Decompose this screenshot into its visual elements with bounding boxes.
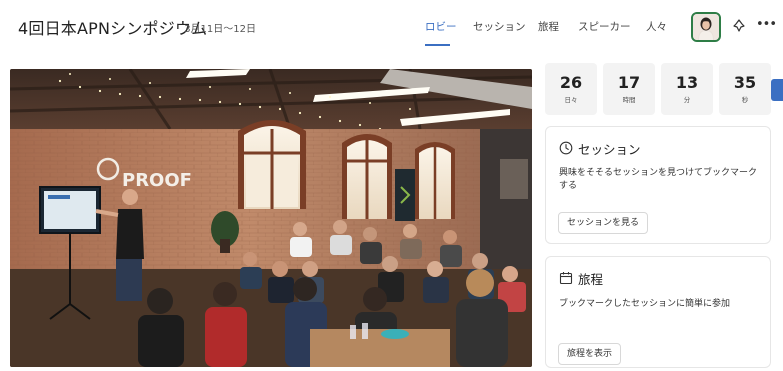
countdown-days-value: 26 xyxy=(559,73,583,92)
calendar-icon xyxy=(559,270,573,289)
active-tab-indicator xyxy=(425,44,450,46)
countdown-timer: 26 日々 17 時間 13 分 35 秒 xyxy=(545,63,772,115)
hero-image: PROOF xyxy=(10,69,532,367)
proof-sign-text: PROOF xyxy=(122,170,192,191)
countdown-hours: 17 時間 xyxy=(603,63,655,115)
countdown-hours-unit: 時間 xyxy=(622,96,636,104)
more-options-icon[interactable]: ••• xyxy=(756,17,777,32)
countdown-minutes-value: 13 xyxy=(675,73,699,92)
countdown-minutes: 13 分 xyxy=(661,63,713,115)
countdown-seconds-value: 35 xyxy=(733,73,757,92)
feedback-tab[interactable] xyxy=(771,79,783,101)
countdown-seconds: 35 秒 xyxy=(719,63,771,115)
sessions-card-description: 興味をそそるセッションを見つけてブックマークする xyxy=(559,168,758,191)
view-sessions-button[interactable]: セッションを見る xyxy=(558,212,649,234)
event-dates: · 3月11日～12日 xyxy=(177,20,256,35)
tab-people[interactable]: 人々 xyxy=(646,19,667,34)
pin-icon[interactable] xyxy=(732,18,746,34)
separator-dot: · xyxy=(177,24,181,35)
tab-itinerary[interactable]: 旅程 xyxy=(538,19,559,34)
avatar[interactable] xyxy=(691,12,721,42)
tab-sessions[interactable]: セッション xyxy=(473,19,526,34)
countdown-seconds-unit: 秒 xyxy=(741,96,749,104)
itinerary-card-description: ブックマークしたセッションに簡単に参加 xyxy=(559,299,731,309)
clock-icon xyxy=(559,140,573,159)
countdown-hours-value: 17 xyxy=(617,73,641,92)
countdown-days-unit: 日々 xyxy=(564,96,578,104)
itinerary-card: 旅程 ブックマークしたセッションに簡単に参加 旅程を表示 xyxy=(545,256,771,368)
countdown-minutes-unit: 分 xyxy=(683,96,691,104)
view-itinerary-button[interactable]: 旅程を表示 xyxy=(558,343,622,365)
event-dates-text: 3月11日～12日 xyxy=(184,24,256,35)
tab-lobby[interactable]: ロビー xyxy=(425,19,457,34)
itinerary-card-title: 旅程 xyxy=(578,272,604,287)
countdown-days: 26 日々 xyxy=(545,63,597,115)
sessions-card-title: セッション xyxy=(578,142,641,157)
sessions-card: セッション 興味をそそるセッションを見つけてブックマークする セッションを見る xyxy=(545,126,771,244)
tab-speakers[interactable]: スピーカー xyxy=(578,19,631,34)
top-bar: 4回日本APNシンポジウム · 3月11日～12日 ロビー セッション 旅程 スピ… xyxy=(0,0,783,52)
